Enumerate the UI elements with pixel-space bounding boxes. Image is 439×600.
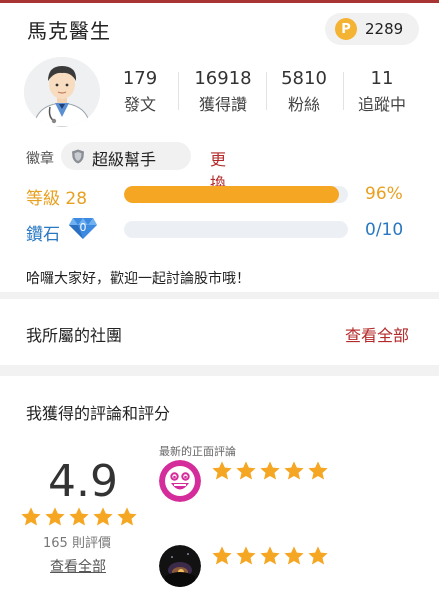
badge-name: 超級幫手 (92, 150, 157, 169)
coin-icon: P (335, 18, 357, 40)
level-progress-bar (124, 186, 348, 203)
rating-score: 4.9 (48, 456, 118, 507)
coin-count: 2289 (365, 20, 404, 38)
level-progress-fill (124, 186, 340, 203)
bio-text: 哈囉大家好，歡迎一起討論股市哦！ (26, 271, 250, 287)
review-count: 165 則評價 (43, 536, 111, 551)
stat-label: 發文 (123, 95, 156, 114)
star-icon (69, 507, 89, 526)
stat-likes[interactable]: 16918 獲得讚 (183, 66, 263, 118)
level-percent: 96% (365, 184, 403, 204)
overall-stars (20, 506, 140, 528)
reviews-view-all-link[interactable]: 查看全部 (50, 556, 106, 576)
diamond-label: 鑽石 (26, 225, 60, 245)
star-icon (260, 461, 280, 480)
stat-label: 獲得讚 (198, 95, 247, 114)
star-icon (117, 507, 137, 526)
reviewer-avatar[interactable] (159, 545, 201, 587)
diamond-row: 鑽石 0 0/10 (26, 216, 426, 245)
reviewer-avatar[interactable] (159, 460, 201, 502)
stat-following[interactable]: 11 追蹤中 (342, 66, 422, 118)
star-icon (284, 546, 304, 565)
latest-positive-label: 最新的正面評論 (159, 445, 236, 458)
review-stars (211, 545, 331, 567)
diamond-icon: 0 (69, 218, 97, 239)
stat-value: 11 (370, 68, 394, 89)
section-divider (0, 365, 439, 376)
level-row: 等級 28 96% (26, 182, 426, 209)
star-icon (236, 461, 256, 480)
diamond-progress-bar (124, 221, 348, 238)
smiley-avatar-icon (159, 460, 201, 502)
star-icon (308, 461, 328, 480)
star-icon (308, 546, 328, 565)
profile-header: 馬克醫生 P 2289 (0, 3, 439, 55)
avatar[interactable] (24, 57, 100, 127)
star-icon (212, 461, 232, 480)
star-icon (260, 546, 280, 565)
diamond-value: 0/10 (365, 220, 404, 240)
section-divider (0, 292, 439, 299)
stat-value: 179 (122, 68, 158, 89)
badge-row: 徽章 超級幫手 更換 (26, 142, 426, 193)
stat-label: 粉絲 (287, 95, 320, 114)
stat-followers[interactable]: 5810 粉絲 (264, 66, 344, 118)
star-icon (21, 507, 41, 526)
review-stars (211, 460, 331, 482)
star-icon (45, 507, 65, 526)
doctor-avatar-icon (24, 57, 100, 127)
divider (178, 72, 179, 110)
club-title: 我所屬的社團 (26, 326, 123, 345)
stat-label: 追蹤中 (357, 95, 406, 114)
username: 馬克醫生 (27, 19, 111, 43)
badge-label: 徽章 (26, 151, 54, 167)
stat-value: 16918 (194, 68, 252, 89)
reviews-title: 我獲得的評論和評分 (26, 404, 171, 423)
diamond-count: 0 (80, 221, 87, 234)
night-scene-avatar-icon (159, 545, 201, 587)
club-view-all-link[interactable]: 查看全部 (345, 322, 409, 346)
star-icon (212, 546, 232, 565)
star-icon (284, 461, 304, 480)
stat-value: 5810 (281, 68, 327, 89)
level-label: 等級 28 (26, 189, 88, 209)
coin-balance[interactable]: P 2289 (325, 13, 419, 45)
badge-pill[interactable]: 超級幫手 更換 (61, 142, 226, 193)
star-icon (93, 507, 113, 526)
stat-posts[interactable]: 179 發文 (100, 66, 180, 118)
shield-icon (72, 149, 84, 164)
star-icon (236, 546, 256, 565)
profile-stats: 179 發文 16918 獲得讚 5810 粉絲 11 追蹤中 (100, 66, 439, 120)
